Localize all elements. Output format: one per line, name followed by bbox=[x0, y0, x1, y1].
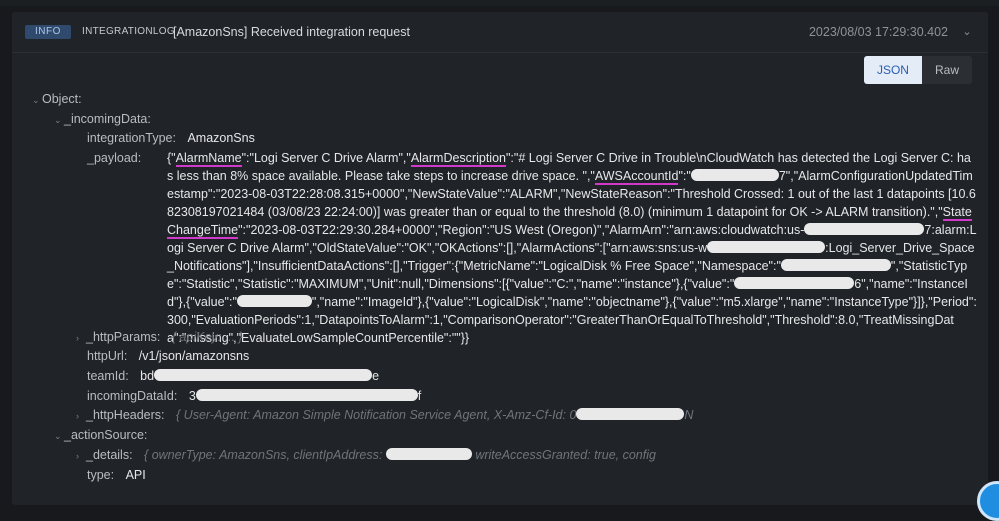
view-toggle: JSON Raw bbox=[863, 56, 972, 84]
chevron-down-icon[interactable]: ⌄ bbox=[960, 24, 974, 40]
chevron-down-icon[interactable]: ⌄ bbox=[54, 427, 64, 445]
redacted-text bbox=[154, 369, 373, 381]
redacted-text bbox=[690, 169, 779, 181]
tree-node-type: type: API bbox=[87, 468, 146, 482]
chevron-down-icon[interactable]: ⌄ bbox=[54, 111, 64, 129]
tree-node-details[interactable]: › _details: { ownerType: AmazonSns, clien… bbox=[76, 446, 656, 465]
highlight-alarm-name: AlarmName bbox=[175, 151, 242, 167]
log-timestamp: 2023/08/03 17:29:30.402 bbox=[808, 25, 948, 39]
log-message: [AmazonSns] Received integration request bbox=[173, 25, 410, 39]
tree-node-action-source[interactable]: ⌄ _actionSource: bbox=[54, 426, 147, 445]
highlight-aws-account-id: AWSAccountId bbox=[594, 169, 679, 185]
chevron-right-icon[interactable]: › bbox=[76, 447, 86, 465]
tree-node-payload-key: _payload: bbox=[87, 151, 142, 165]
tree-node-http-headers[interactable]: › _httpHeaders: { User-Agent: Amazon Simp… bbox=[76, 406, 693, 425]
redacted-text bbox=[734, 277, 855, 289]
redacted-text bbox=[236, 295, 312, 307]
redacted-text bbox=[195, 389, 418, 401]
raw-view-button[interactable]: Raw bbox=[921, 56, 972, 84]
log-entry-header[interactable]: INFO INTEGRATIONLOG [AmazonSns] Received… bbox=[12, 12, 988, 53]
tree-key: integrationType: bbox=[87, 131, 176, 145]
redacted-text bbox=[576, 408, 685, 420]
tree-node-incoming-data-id: incomingDataId: 3f bbox=[87, 389, 422, 403]
tree-node-team-id: teamId: bd e bbox=[87, 369, 380, 383]
tree-node-object[interactable]: ⌄ Object: bbox=[32, 90, 82, 109]
tree-value: AmazonSns bbox=[187, 131, 255, 145]
log-entry-panel: INFO INTEGRATIONLOG [AmazonSns] Received… bbox=[12, 12, 988, 505]
chevron-right-icon[interactable]: › bbox=[76, 407, 86, 425]
chevron-right-icon[interactable]: › bbox=[76, 329, 86, 347]
tree-node-incoming-data[interactable]: ⌄ _incomingData: bbox=[54, 110, 151, 129]
tree-node-http-params[interactable]: › _httpParams: { apiKey: ... } bbox=[76, 328, 243, 347]
tree-node-integration-type: integrationType: AmazonSns bbox=[87, 129, 255, 147]
payload-json-string: {"AlarmName":"Logi Server C Drive Alarm"… bbox=[167, 151, 977, 345]
highlight-alarm-description: AlarmDescription bbox=[410, 151, 506, 167]
tree-node-http-url: httpUrl: /v1/json/amazonsns bbox=[87, 349, 250, 363]
log-category: INTEGRATIONLOG bbox=[82, 26, 175, 37]
log-level-badge: INFO bbox=[25, 25, 71, 39]
redacted-text bbox=[707, 241, 826, 253]
json-view-button[interactable]: JSON bbox=[863, 56, 922, 84]
redacted-text bbox=[385, 448, 472, 460]
redacted-text bbox=[780, 259, 891, 271]
chevron-down-icon[interactable]: ⌄ bbox=[32, 91, 42, 109]
redacted-text bbox=[804, 223, 925, 235]
previous-entry-edge bbox=[0, 0, 999, 6]
